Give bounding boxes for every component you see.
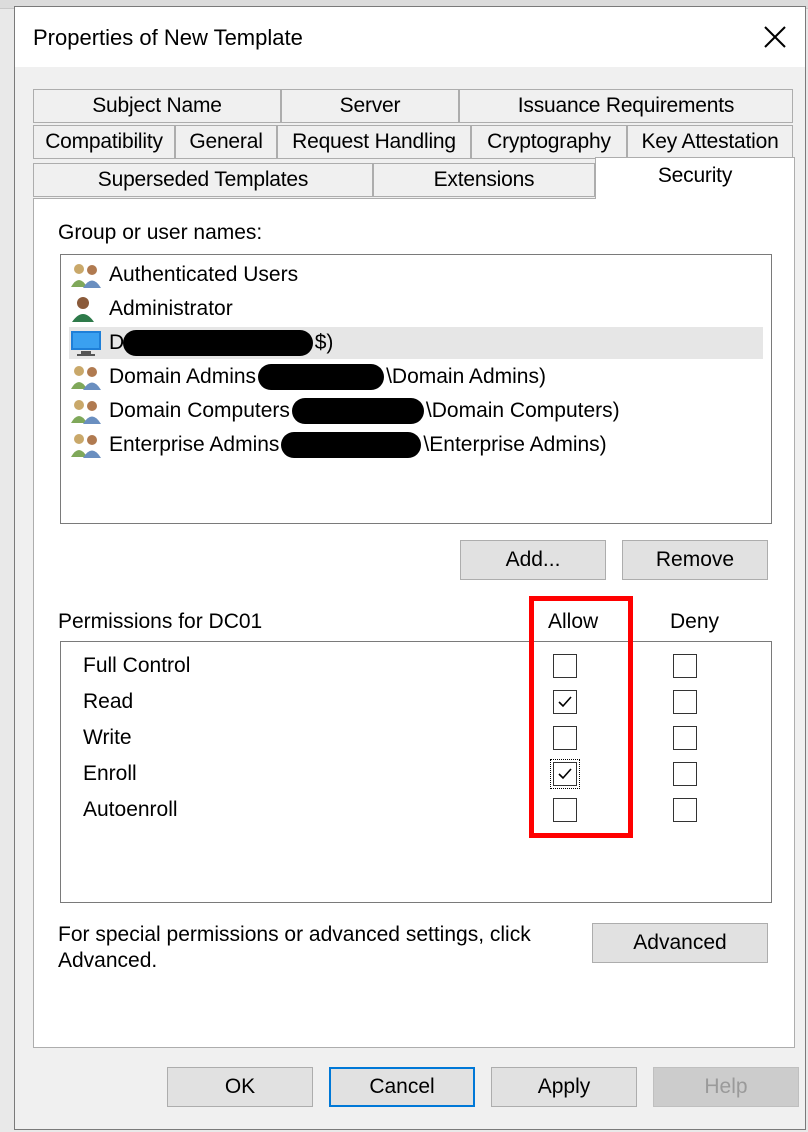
checkmark-icon (558, 696, 572, 708)
list-item[interactable]: Authenticated Users (69, 259, 763, 291)
add-button[interactable]: Add... (460, 540, 606, 580)
tab-cryptography[interactable]: Cryptography (471, 125, 627, 159)
tab-subject-name[interactable]: Subject Name (33, 89, 281, 123)
permissions-for-label: Permissions for DC01 (58, 610, 263, 633)
window-title: Properties of New Template (33, 25, 303, 50)
permissions-list: Full Control Read Write Enroll Autoenrol… (60, 641, 772, 903)
list-item[interactable]: DC01 $) (69, 327, 763, 359)
checkmark-icon (558, 768, 572, 780)
deny-write-checkbox[interactable] (673, 726, 697, 750)
properties-dialog: Properties of New Template Subject Name … (14, 6, 806, 1130)
close-icon (764, 26, 786, 48)
allow-full-control-checkbox[interactable] (553, 654, 577, 678)
list-item[interactable]: Administrator (69, 293, 763, 325)
redacted-text (291, 398, 424, 424)
permission-read-label: Read (83, 690, 134, 713)
user-group-icon (71, 434, 101, 458)
redacted-text (258, 364, 385, 390)
tab-compatibility[interactable]: Compatibility (33, 125, 175, 159)
remove-button[interactable]: Remove (622, 540, 768, 580)
help-button[interactable]: Help (653, 1067, 799, 1107)
users-listbox[interactable]: Authenticated Users Administrator DC01 $… (60, 254, 772, 524)
redacted-text (281, 432, 422, 458)
allow-autoenroll-checkbox[interactable] (553, 798, 577, 822)
allow-write-checkbox[interactable] (553, 726, 577, 750)
tab-request-handling[interactable]: Request Handling (277, 125, 471, 159)
tab-key-attestation[interactable]: Key Attestation (627, 125, 793, 159)
permission-full-control-label: Full Control (83, 654, 191, 677)
tab-security[interactable]: Security (595, 157, 795, 199)
deny-read-checkbox[interactable] (673, 690, 697, 714)
permission-write-label: Write (83, 726, 132, 749)
apply-button[interactable]: Apply (491, 1067, 637, 1107)
advanced-hint-line-2: Advanced. (58, 949, 158, 972)
tab-issuance-requirements[interactable]: Issuance Requirements (459, 89, 793, 123)
tab-superseded-templates[interactable]: Superseded Templates (33, 163, 373, 197)
allow-enroll-checkbox[interactable] (550, 759, 580, 789)
deny-enroll-checkbox[interactable] (673, 762, 697, 786)
permission-enroll-label: Enroll (83, 762, 137, 785)
permission-autoenroll-label: Autoenroll (83, 798, 178, 821)
list-item[interactable]: Domain Admins \Domain Admins) (69, 361, 763, 393)
advanced-hint-line-1: For special permissions or advanced sett… (58, 923, 531, 946)
user-group-icon (71, 264, 101, 288)
tab-extensions[interactable]: Extensions (373, 163, 595, 197)
deny-autoenroll-checkbox[interactable] (673, 798, 697, 822)
title-bar: Properties of New Template (15, 7, 805, 67)
list-item[interactable]: Domain Computers \Domain Computers) (69, 395, 763, 427)
user-group-icon (71, 400, 101, 424)
user-group-icon (71, 366, 101, 390)
cancel-button[interactable]: Cancel (329, 1067, 475, 1107)
deny-full-control-checkbox[interactable] (673, 654, 697, 678)
tab-general[interactable]: General (175, 125, 277, 159)
deny-column-header: Deny (670, 610, 720, 633)
close-button[interactable] (745, 7, 805, 67)
redacted-text (122, 330, 313, 356)
allow-column-header: Allow (548, 610, 599, 633)
computer-icon (71, 331, 101, 356)
security-panel: Group or user names: Authenticated Users… (33, 198, 795, 1048)
user-icon (72, 297, 94, 322)
tab-server[interactable]: Server (281, 89, 459, 123)
group-or-user-names-label: Group or user names: (58, 221, 263, 244)
list-item[interactable]: Enterprise Admins \Enterprise Admins) (69, 429, 763, 461)
advanced-button[interactable]: Advanced (592, 923, 768, 963)
allow-read-checkbox[interactable] (553, 690, 577, 714)
ok-button[interactable]: OK (167, 1067, 313, 1107)
